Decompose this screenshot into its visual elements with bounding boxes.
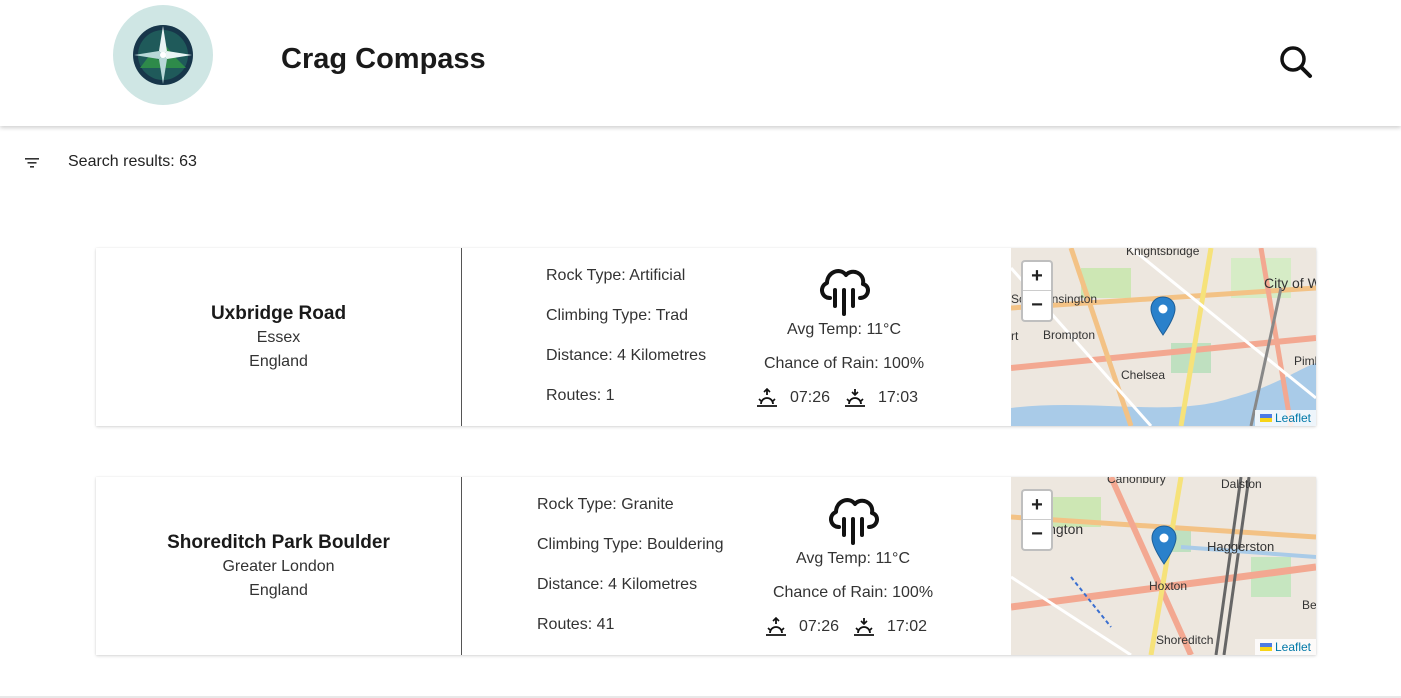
map-label: Chelsea	[1121, 368, 1165, 382]
crag-map[interactable]: Knightsbridge So Kensington City of W rt…	[1011, 248, 1316, 426]
leaflet-link[interactable]: Leaflet	[1275, 640, 1311, 654]
crag-card[interactable]: Shoreditch Park Boulder Greater London E…	[96, 477, 1316, 655]
climbing-type: Climbing Type: Trad	[546, 307, 688, 324]
avg-temp: Avg Temp: 11°C	[786, 321, 901, 338]
crag-card[interactable]: Uxbridge Road Essex England Rock Type: A…	[96, 248, 1316, 426]
search-icon	[1280, 46, 1312, 78]
crag-details: Rock Type: Artificial Climbing Type: Tra…	[546, 266, 706, 426]
crag-location: Uxbridge Road Essex England	[96, 248, 462, 426]
climbing-type: Climbing Type: Bouldering	[537, 536, 724, 553]
crag-name: Shoreditch Park Boulder	[167, 531, 390, 553]
crag-details: Rock Type: Granite Climbing Type: Boulde…	[537, 495, 723, 655]
zoom-out-button[interactable]: −	[1023, 520, 1051, 549]
rain-cloud-icon	[820, 269, 870, 316]
map-attribution[interactable]: Leaflet	[1254, 639, 1316, 655]
crag-county: Greater London	[222, 557, 335, 575]
rock-type: Rock Type: Granite	[537, 496, 674, 513]
sunrise-time: 07:26	[789, 389, 830, 406]
map-zoom-control: + −	[1021, 489, 1053, 551]
sunrise-icon	[765, 617, 786, 636]
map-label: Knightsbridge	[1126, 248, 1200, 258]
routes-count: Routes: 41	[537, 616, 615, 633]
map-zoom-control: + −	[1021, 260, 1053, 322]
map-label: Hoxton	[1149, 579, 1187, 593]
sunset-time: 17:03	[878, 389, 919, 406]
search-results-count: Search results: 63	[68, 153, 197, 170]
map-attribution[interactable]: Leaflet	[1254, 410, 1316, 426]
zoom-in-button[interactable]: +	[1023, 262, 1051, 291]
map-label: Shoreditch	[1156, 633, 1213, 647]
map-marker-icon[interactable]	[1150, 296, 1176, 336]
zoom-out-button[interactable]: −	[1023, 291, 1051, 320]
sunset-icon	[845, 389, 865, 407]
chance-of-rain: Chance of Rain: 100%	[763, 355, 925, 372]
weather-panel: Avg Temp: 11°C Chance of Rain: 100% 07:2…	[753, 491, 953, 637]
map-tiles: Canonbury Dalston Islington Haggerston H…	[1011, 477, 1316, 655]
routes-count: Routes: 1	[546, 387, 615, 404]
app-header: Crag Compass	[0, 0, 1401, 126]
filter-icon	[25, 158, 39, 168]
map-label: City of W	[1264, 275, 1316, 291]
map-label: Canonbury	[1107, 477, 1166, 486]
search-button[interactable]	[1278, 44, 1314, 80]
sun-times: 07:26 17:03	[744, 388, 944, 408]
avg-temp: Avg Temp: 11°C	[795, 550, 910, 567]
rain-cloud-icon	[829, 498, 879, 545]
map-label: Pimli	[1294, 354, 1316, 368]
map-label: Be	[1302, 598, 1316, 612]
filter-button[interactable]	[24, 156, 40, 168]
crag-name: Uxbridge Road	[210, 302, 347, 324]
ukraine-flag-icon	[1259, 414, 1272, 422]
weather-panel: Avg Temp: 11°C Chance of Rain: 100% 07:2…	[744, 262, 944, 408]
map-marker-icon[interactable]	[1151, 525, 1177, 565]
ukraine-flag-icon	[1259, 643, 1272, 651]
chance-of-rain: Chance of Rain: 100%	[772, 584, 934, 601]
zoom-in-button[interactable]: +	[1023, 491, 1051, 520]
sunrise-icon	[756, 388, 777, 407]
map-label: Haggerston	[1207, 539, 1274, 554]
crag-location: Shoreditch Park Boulder Greater London E…	[96, 477, 462, 655]
app-title: Crag Compass	[281, 43, 486, 75]
sunset-time: 17:02	[887, 618, 928, 635]
compass-icon	[133, 25, 193, 85]
crag-country: England	[249, 581, 308, 599]
map-label: rt	[1011, 329, 1019, 343]
sun-times: 07:26 17:02	[753, 617, 953, 637]
crag-county: Essex	[256, 328, 301, 346]
leaflet-link[interactable]: Leaflet	[1275, 411, 1311, 425]
map-label: Brompton	[1043, 328, 1095, 342]
distance: Distance: 4 Kilometres	[537, 576, 698, 593]
compass-logo[interactable]	[113, 5, 213, 105]
map-tiles: Knightsbridge So Kensington City of W rt…	[1011, 248, 1316, 426]
sunrise-time: 07:26	[798, 618, 839, 635]
rock-type: Rock Type: Artificial	[546, 267, 686, 284]
sunset-icon	[854, 618, 874, 636]
crag-map[interactable]: Canonbury Dalston Islington Haggerston H…	[1011, 477, 1316, 655]
crag-country: England	[249, 352, 308, 370]
distance: Distance: 4 Kilometres	[546, 347, 707, 364]
map-label: Dalston	[1221, 477, 1262, 491]
